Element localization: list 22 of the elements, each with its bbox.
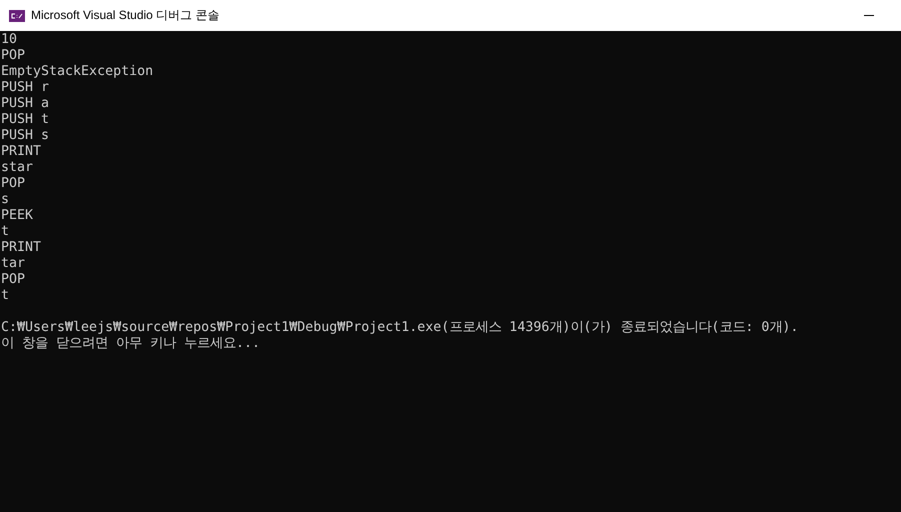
console-line: POP xyxy=(1,176,26,192)
console-line: 이 창을 닫으려면 아무 키나 누르세요... xyxy=(1,336,260,352)
console-line: EmptyStackException xyxy=(1,64,154,80)
console-line: PRINT xyxy=(1,144,42,160)
console-line: PEEK xyxy=(1,208,34,224)
console-line: t xyxy=(1,288,10,304)
console-line: POP xyxy=(1,48,26,64)
console-line: PUSH a xyxy=(1,96,50,112)
console-line: C:₩Users₩leejs₩source₩repos₩Project1₩Debug₩Project1.exe(프로세스 14396개)이(가) 종료되었습니다(코드: 0개). xyxy=(1,320,798,336)
console-line: POP xyxy=(1,272,26,288)
window-title: Microsoft Visual Studio 디버그 콘솔 xyxy=(31,7,221,24)
console-line: s xyxy=(1,192,10,208)
console-line: tar xyxy=(1,256,26,272)
console-line: 10 xyxy=(1,32,18,48)
console-line: star xyxy=(1,160,34,176)
console-app-icon xyxy=(9,10,25,22)
console-line: t xyxy=(1,224,10,240)
console-line: PUSH r xyxy=(1,80,50,96)
console-line: PUSH s xyxy=(1,128,50,144)
console-line: PUSH t xyxy=(1,112,50,128)
minimize-icon xyxy=(864,15,874,16)
console-line: PRINT xyxy=(1,240,42,256)
